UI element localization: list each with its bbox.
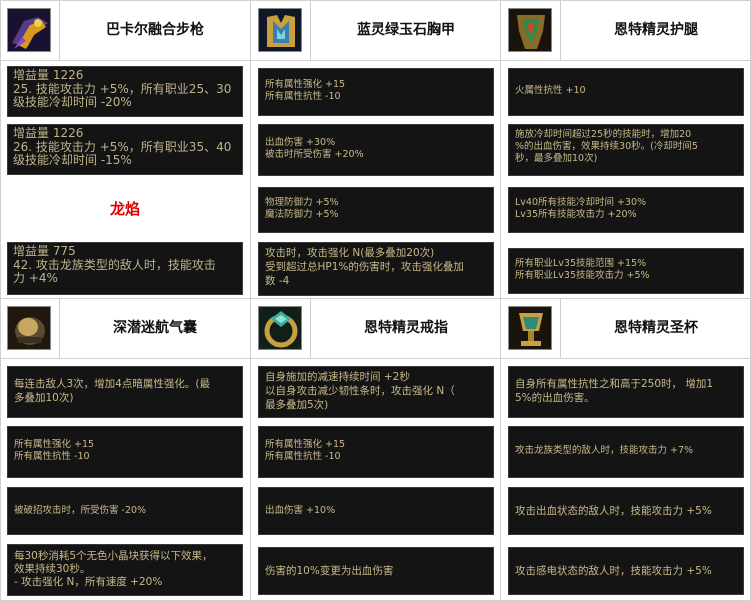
stat-box: 每30秒消耗5个无色小晶块获得以下效果， 效果持续30秒。 - 攻击强化 N，所…	[7, 544, 243, 596]
item-title: 恩特精灵戒指	[364, 320, 448, 336]
item-title: 蓝灵绿玉石胸甲	[357, 22, 455, 38]
stat-line: 所有属性强化 +15	[265, 79, 346, 90]
stat-box: 自身所有属性抗性之和高于250时， 增加1 5%的出血伤害。	[508, 366, 744, 418]
stat-box: 火属性抗性 +10	[508, 68, 744, 116]
stat-line: 火属性抗性 +10	[515, 85, 586, 96]
stat-line: 级技能冷却时间 -20%	[13, 95, 132, 109]
item-header: 深潜迷航气囊	[1, 298, 249, 358]
item-title: 巴卡尔融合步枪	[106, 22, 204, 38]
stat-line: 5%的出血伤害。	[515, 392, 595, 404]
stat-line: Lv35所有技能攻击力 +20%	[515, 209, 637, 220]
stat-box: 所有属性强化 +15 所有属性抗性 -10	[258, 68, 494, 116]
stat-line: 攻击出血状态的敌人时，技能攻击力 +5%	[515, 505, 712, 517]
stat-line: %的出血伤害，效果持续30秒。(冷却时间5	[515, 141, 698, 152]
chalice-icon	[508, 306, 552, 350]
stat-line: 攻击感电状态的敌人时，技能攻击力 +5%	[515, 565, 712, 577]
stat-line: - 攻击强化 N，所有速度 +20%	[14, 576, 163, 588]
rifle-icon	[7, 8, 51, 52]
item-title: 恩特精灵护腿	[614, 22, 698, 38]
stat-box: 攻击出血状态的敌人时，技能攻击力 +5%	[508, 487, 744, 535]
stat-box: 攻击时，攻击强化 N(最多叠加20次) 受到超过总HP1%的伤害时，攻击强化叠加…	[258, 242, 494, 296]
leg-armor-icon	[508, 8, 552, 52]
stat-box: Lv40所有技能冷却时间 +30% Lv35所有技能攻击力 +20%	[508, 187, 744, 233]
stat-line: 增益量 1226	[13, 126, 84, 140]
stat-line: Lv40所有技能冷却时间 +30%	[515, 197, 647, 208]
stat-line: 增益量 1226	[13, 68, 84, 82]
stat-line: 出血伤害 +10%	[265, 505, 336, 516]
stat-line: 数 -4	[265, 275, 290, 287]
row-divider	[0, 358, 751, 359]
stat-line: 力 +4%	[13, 271, 58, 285]
stat-box: 攻击感电状态的敌人时，技能攻击力 +5%	[508, 547, 744, 595]
equipment-grid: 巴卡尔融合步枪 增益量 1226 25. 技能攻击力 +5%，所有职业25、30…	[0, 0, 751, 601]
item-header: 巴卡尔融合步枪	[1, 0, 249, 60]
column-divider	[500, 0, 501, 601]
stat-line: 施放冷却时间超过25秒的技能时，增加20	[515, 129, 692, 140]
stat-line: 物理防御力 +5%	[265, 197, 339, 208]
stat-line: 效果持续30秒。	[14, 563, 91, 575]
header-divider	[59, 0, 60, 60]
stat-box: 出血伤害 +10%	[258, 487, 494, 535]
stat-line: 自身施加的减速持续时间 +2秒	[265, 371, 410, 383]
column-divider	[250, 0, 251, 601]
stat-box: 出血伤害 +30% 被击时所受伤害 +20%	[258, 124, 494, 176]
item-title: 恩特精灵圣杯	[614, 320, 698, 336]
stat-line: 多叠加10次)	[14, 392, 74, 404]
stat-box: 所有属性强化 +15 所有属性抗性 -10	[258, 426, 494, 478]
stat-line: 被击时所受伤害 +20%	[265, 149, 364, 160]
item-title: 深潜迷航气囊	[113, 320, 197, 336]
row-divider	[0, 60, 751, 61]
stat-line: 魔法防御力 +5%	[265, 209, 339, 220]
item-header: 恩特精灵圣杯	[502, 298, 750, 358]
stat-line: 所有职业Lv35技能攻击力 +5%	[515, 270, 650, 281]
stat-line: 攻击龙族类型的敌人时，技能攻击力 +7%	[515, 445, 694, 456]
stat-line: 受到超过总HP1%的伤害时，攻击强化叠加	[265, 261, 464, 273]
ring-icon	[258, 306, 302, 350]
stat-line: 所有职业Lv35技能范围 +15%	[515, 258, 647, 269]
stat-box: 伤害的10%变更为出血伤害	[258, 547, 494, 595]
stat-line: 所有属性抗性 -10	[265, 91, 341, 102]
stat-box: 施放冷却时间超过25秒的技能时，增加20 %的出血伤害，效果持续30秒。(冷却时…	[508, 124, 744, 176]
stat-box: 攻击龙族类型的敌人时，技能攻击力 +7%	[508, 426, 744, 478]
header-divider	[310, 298, 311, 358]
stat-line: 25. 技能攻击力 +5%，所有职业25、30	[13, 81, 232, 96]
dragon-flame-label: 龙焰	[109, 200, 140, 218]
stat-line: 伤害的10%变更为出血伤害	[265, 565, 394, 577]
item-header: 恩特精灵戒指	[252, 298, 500, 358]
stat-line: 被破招攻击时，所受伤害 -20%	[14, 505, 147, 516]
stat-line: 每30秒消耗5个无色小晶块获得以下效果，	[14, 550, 213, 562]
stat-box: 增益量 1226 25. 技能攻击力 +5%，所有职业25、30 级技能冷却时间…	[7, 66, 243, 117]
stat-line: 每连击敌人3次，增加4点暗属性强化。(最	[14, 378, 210, 390]
stat-box: 所有职业Lv35技能范围 +15% 所有职业Lv35技能攻击力 +5%	[508, 248, 744, 294]
header-divider	[560, 0, 561, 60]
stat-box: 增益量 1226 26. 技能攻击力 +5%，所有职业35、40 级技能冷却时间…	[7, 124, 243, 175]
header-divider	[59, 298, 60, 358]
stat-line: 所有属性抗性 -10	[265, 451, 341, 462]
stat-box: 自身施加的减速持续时间 +2秒 以自身攻击减少韧性条时，攻击强化 N（ 最多叠加…	[258, 366, 494, 418]
stat-line: 最多叠加5次)	[265, 399, 329, 411]
stat-line: 所有属性强化 +15	[265, 439, 346, 450]
stat-line: 自身所有属性抗性之和高于250时， 增加1	[515, 378, 714, 390]
item-header: 恩特精灵护腿	[502, 0, 750, 60]
stat-line: 所有属性抗性 -10	[14, 451, 90, 462]
stat-box: 被破招攻击时，所受伤害 -20%	[7, 487, 243, 535]
stat-line: 所有属性强化 +15	[14, 439, 95, 450]
stat-line: 秒，最多叠加10次)	[515, 153, 598, 164]
header-divider	[310, 0, 311, 60]
stat-box: 物理防御力 +5% 魔法防御力 +5%	[258, 187, 494, 233]
stat-line: 以自身攻击减少韧性条时，攻击强化 N（	[265, 385, 455, 397]
stat-line: 增益量 775	[13, 244, 76, 258]
stat-line: 26. 技能攻击力 +5%，所有职业35、40	[13, 139, 232, 154]
stat-line: 级技能冷却时间 -15%	[13, 153, 132, 167]
stat-box: 每连击敌人3次，增加4点暗属性强化。(最 多叠加10次)	[7, 366, 243, 418]
item-header: 蓝灵绿玉石胸甲	[252, 0, 500, 60]
stat-line: 攻击时，攻击强化 N(最多叠加20次)	[265, 247, 435, 259]
header-divider	[560, 298, 561, 358]
stat-line: 42. 攻击龙族类型的敌人时，技能攻击	[13, 257, 216, 272]
chest-armor-icon	[258, 8, 302, 52]
airbag-icon	[7, 306, 51, 350]
stat-box: 增益量 775 42. 攻击龙族类型的敌人时，技能攻击 力 +4%	[7, 242, 243, 295]
stat-box: 所有属性强化 +15 所有属性抗性 -10	[7, 426, 243, 478]
stat-line: 出血伤害 +30%	[265, 137, 336, 148]
